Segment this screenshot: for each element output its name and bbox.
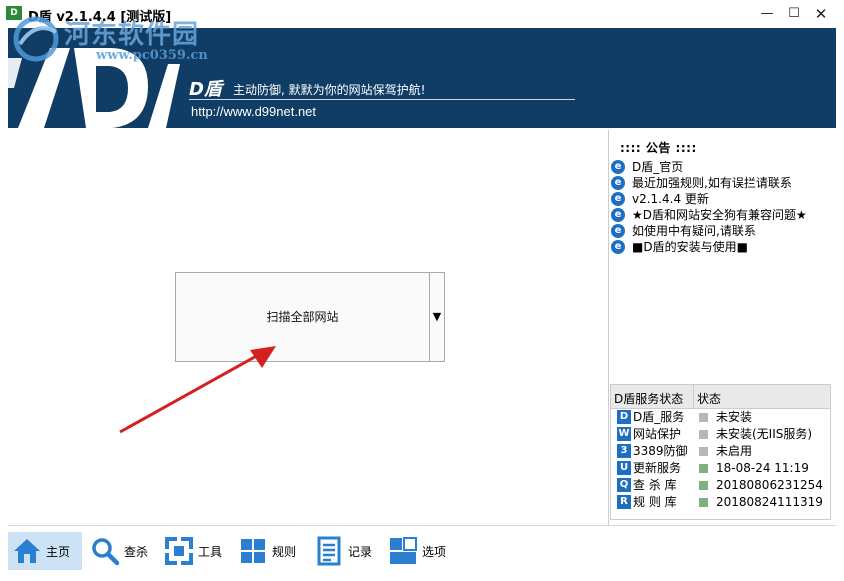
status-rows: D D盾_服务 未安装 W 网站保护 未安装(无IIS服务) 3 3389防御 … [615,409,829,511]
banner-brand: D盾 [189,79,222,100]
status-table-header: D盾服务状态 状态 [611,385,830,409]
service-status-panel: D盾服务状态 状态 D D盾_服务 未安装 W 网站保护 未安装(无IIS服务)… [610,384,831,520]
home-icon [14,539,40,563]
tab-rules-label: 规则 [272,544,297,559]
status-indicator [699,498,708,507]
notice-item[interactable]: e 最近加强规则,如有误拦请联系 [611,175,807,191]
banner-url-link[interactable]: http://www.d99net.net [191,104,316,119]
service-name: 网站保护 [633,427,682,441]
status-row[interactable]: W 网站保护 未安装(无IIS服务) [615,426,829,443]
ie-link-icon: e [611,224,625,238]
notice-item-label[interactable]: 如使用中有疑问,请联系 [632,223,756,239]
watermark-logo-icon [13,16,59,62]
notice-item[interactable]: e v2.1.4.4 更新 [611,191,807,207]
notice-item[interactable]: e D盾_官页 [611,159,807,175]
notice-item-label[interactable]: ■D盾的安装与使用■ [632,239,748,255]
column-header-status[interactable]: 状态 [697,390,721,407]
ie-link-icon: e [611,240,625,254]
magnifier-icon [92,538,120,566]
column-header-service[interactable]: D盾服务状态 [614,390,683,407]
status-row[interactable]: 3 3389防御 未启用 [615,443,829,460]
status-indicator [699,430,708,439]
notice-list: e D盾_官页 e 最近加强规则,如有误拦请联系 e v2.1.4.4 更新 e ★D盾… [611,159,807,255]
service-status-value: 20180824111319 [716,495,823,509]
tab-home[interactable]: 主页 [8,532,82,570]
options-icon [390,537,417,564]
column-separator [693,385,694,409]
tools-icon [164,536,194,566]
watermark-text: 河东软件园 [64,20,200,50]
ie-link-icon: e [611,160,625,174]
notice-item-label[interactable]: D盾_官页 [632,159,683,175]
tab-scan-label: 查杀 [124,544,149,559]
banner-slogan: 主动防御, 默默为你的网站保驾护航! [233,83,426,97]
tab-tools[interactable]: 工具 [160,532,230,570]
document-log-icon [317,536,341,566]
status-row[interactable]: Q 查 杀 库 20180806231254 [615,477,829,494]
tab-options[interactable]: 选项 [384,532,454,570]
service-3389-icon: 3 [617,444,631,458]
ie-link-icon: e [611,208,625,222]
notice-item-label[interactable]: 最近加强规则,如有误拦请联系 [632,175,792,191]
red-pointer-arrow [119,346,276,434]
service-name: 查 杀 库 [633,478,677,492]
close-button[interactable]: ✕ [808,0,834,28]
notice-item[interactable]: e ■D盾的安装与使用■ [611,239,807,255]
service-status-value: 未安装 [716,410,753,424]
watermark-url: www.pc0359.cn [96,48,208,63]
grid-rules-icon [241,539,265,563]
notice-item[interactable]: e 如使用中有疑问,请联系 [611,223,807,239]
tab-options-label: 选项 [422,544,447,559]
status-row[interactable]: U 更新服务 18-08-24 11:19 [615,460,829,477]
status-indicator [699,447,708,456]
notice-item-label[interactable]: ★D盾和网站安全狗有兼容问题★ [632,207,807,223]
banner-divider [189,99,575,100]
service-scan-db-icon: Q [617,478,631,492]
notice-item[interactable]: e ★D盾和网站安全狗有兼容问题★ [611,207,807,223]
tab-rules[interactable]: 规则 [234,532,304,570]
status-row[interactable]: D D盾_服务 未安装 [615,409,829,426]
service-rules-db-icon: R [617,495,631,509]
scan-dropdown-arrow-icon[interactable]: ▼ [429,273,444,361]
service-status-value: 20180806231254 [716,478,823,492]
panel-divider [608,130,609,525]
service-name: 3389防御 [633,444,688,458]
status-row[interactable]: R 规 则 库 20180824111319 [615,494,829,511]
service-status-value: 未启用 [716,444,753,458]
tab-logs[interactable]: 记录 [310,532,380,570]
service-name: 更新服务 [633,461,682,475]
notice-item-label[interactable]: v2.1.4.4 更新 [632,191,709,207]
service-update-icon: U [617,461,631,475]
service-w-icon: W [617,427,631,441]
main-window: D D盾 v2.1.4.4 [测试版] — ☐ ✕ D盾 主动防御, 默默为你的… [0,0,844,581]
service-d-icon: D [617,410,631,424]
status-indicator [699,413,708,422]
tab-logs-label: 记录 [348,544,373,559]
minimize-button[interactable]: — [754,0,780,28]
status-indicator [699,481,708,490]
bottom-toolbar: 主页 查杀 工具 规则 记录 选项 [8,525,836,573]
tab-scan[interactable]: 查杀 [86,532,156,570]
tab-home-label: 主页 [46,544,71,559]
status-indicator [699,464,708,473]
service-status-value: 未安装(无IIS服务) [716,427,813,441]
ie-link-icon: e [611,176,625,190]
ie-link-icon: e [611,192,625,206]
maximize-button[interactable]: ☐ [781,0,807,28]
notice-title: :::: 公告 :::: [620,141,697,155]
service-status-value: 18-08-24 11:19 [716,461,809,475]
tab-tools-label: 工具 [198,544,223,559]
service-name: 规 则 库 [633,495,677,509]
service-name: D盾_服务 [633,410,685,424]
